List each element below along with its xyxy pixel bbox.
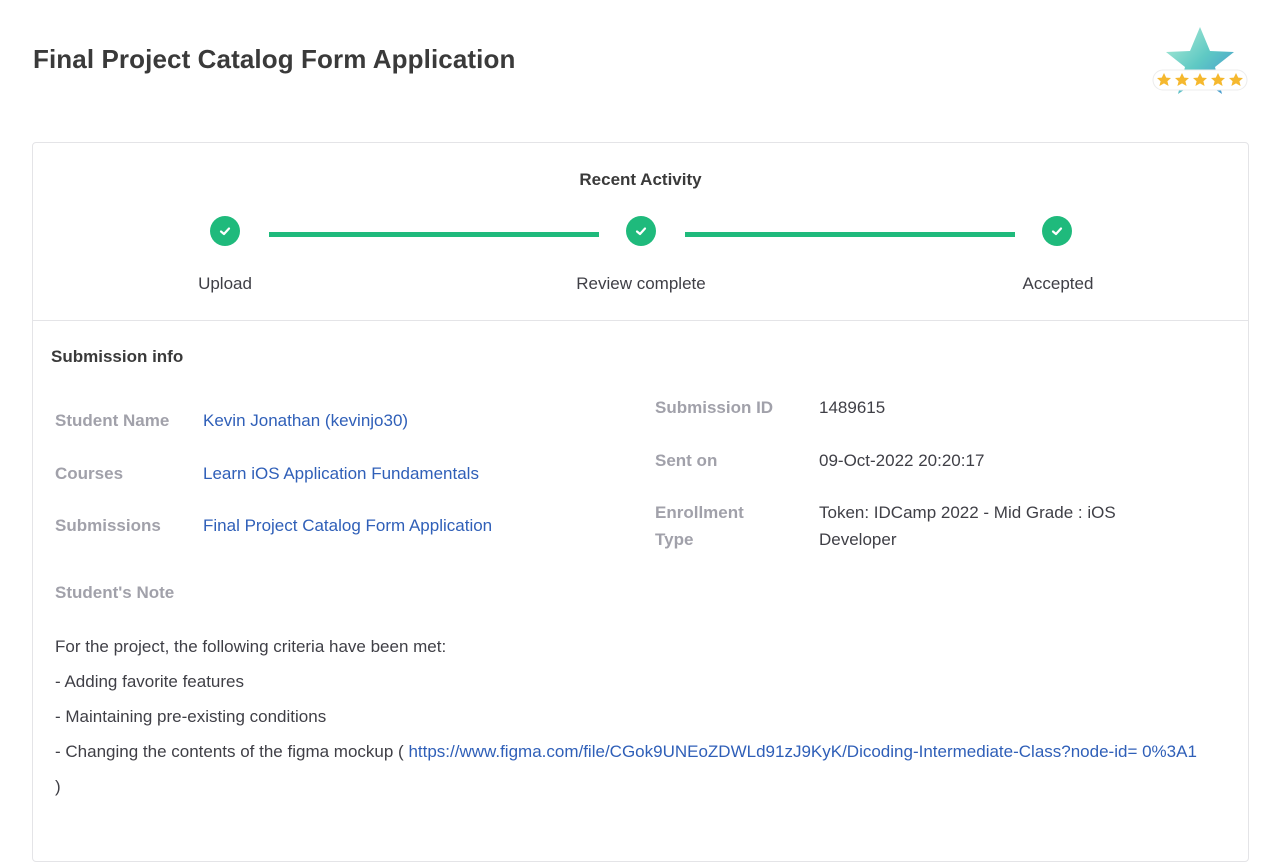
step-label-upload: Upload xyxy=(198,274,252,293)
note-item: - Changing the contents of the figma moc… xyxy=(55,734,1205,804)
note-item: - Maintaining pre-existing conditions xyxy=(55,707,327,726)
submission-link[interactable]: Final Project Catalog Form Application xyxy=(203,512,492,539)
step-upload-check-icon xyxy=(210,216,240,246)
figma-mockup-link[interactable]: https://www.figma.com/file/CGok9UNEoZDWL… xyxy=(408,742,1196,761)
enrollment-type-label: Enrollment Type xyxy=(655,503,744,549)
note-item-suffix: ) xyxy=(55,777,61,796)
sent-on-value: 09-Oct-2022 20:20:17 xyxy=(819,451,985,470)
sent-on-label: Sent on xyxy=(655,451,718,470)
note-item: - Adding favorite features xyxy=(55,672,245,691)
submission-info-title: Submission info xyxy=(51,347,184,366)
submission-id-value: 1489615 xyxy=(819,398,886,417)
step-label-accepted: Accepted xyxy=(1022,274,1094,293)
student-name-label: Student Name xyxy=(55,411,170,430)
page-title: Final Project Catalog Form Application xyxy=(33,44,516,74)
submission-card: Recent Activity Upload Review complete A… xyxy=(32,142,1249,862)
recent-activity-title: Recent Activity xyxy=(579,170,702,189)
student-name-link[interactable]: Kevin Jonathan (kevinjo30) xyxy=(203,407,408,434)
star-rating-badge-icon xyxy=(1150,24,1250,104)
step-accepted-check-icon xyxy=(1042,216,1072,246)
courses-label: Courses xyxy=(55,464,124,483)
recent-activity-tracker: Recent Activity Upload Review complete A… xyxy=(33,143,1248,321)
progress-line-2 xyxy=(685,232,1015,237)
submissions-label: Submissions xyxy=(55,516,161,535)
progress-line-1 xyxy=(269,232,599,237)
students-note-label: Student's Note xyxy=(55,583,175,602)
note-item-prefix: - Changing the contents of the figma moc… xyxy=(55,742,404,761)
students-note-body: For the project, the following criteria … xyxy=(55,629,1205,804)
course-link[interactable]: Learn iOS Application Fundamentals xyxy=(203,460,479,487)
note-intro: For the project, the following criteria … xyxy=(55,637,447,656)
step-label-review: Review complete xyxy=(576,274,706,293)
submission-id-label: Submission ID xyxy=(655,398,774,417)
step-review-check-icon xyxy=(626,216,656,246)
enrollment-type-value: Token: IDCamp 2022 - Mid Grade : iOS Dev… xyxy=(819,503,1116,549)
